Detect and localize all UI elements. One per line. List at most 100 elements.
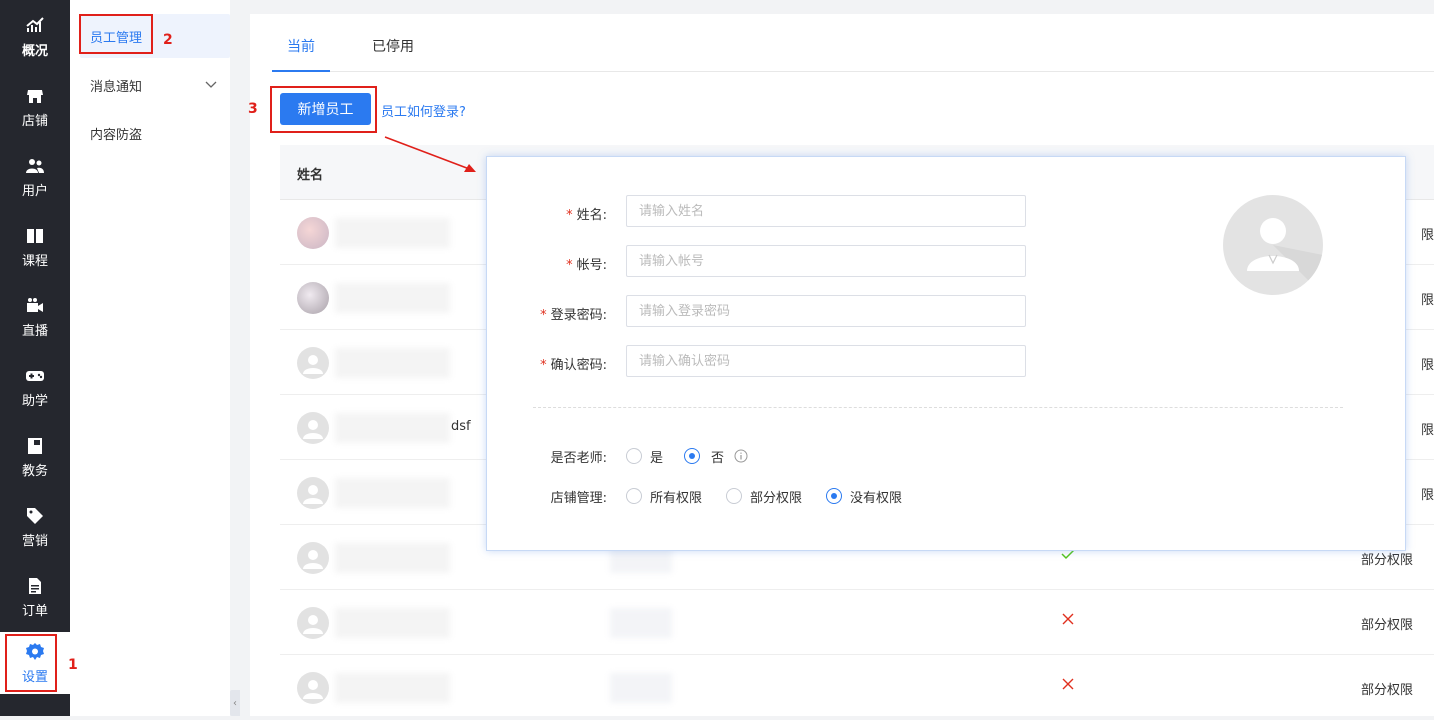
blurred-name xyxy=(335,218,450,248)
annotation-box-staff xyxy=(79,14,153,54)
permission-cell: 限 xyxy=(1420,358,1434,373)
nav-item-academic[interactable]: 教务 xyxy=(0,422,70,492)
subnav-item-content-protect[interactable]: 内容防盗 xyxy=(80,111,230,155)
blurred-name xyxy=(335,608,450,638)
blurred-cell xyxy=(610,608,672,638)
required-asterisk: * xyxy=(540,358,547,373)
default-avatar-icon xyxy=(303,615,323,634)
required-asterisk: * xyxy=(540,308,547,323)
blurred-name xyxy=(335,673,450,703)
account-input[interactable] xyxy=(626,245,1026,277)
tab-underline xyxy=(272,70,330,72)
subnav-label: 内容防盗 xyxy=(90,127,143,143)
tab-disabled[interactable]: 已停用 xyxy=(372,36,414,56)
store-none-radio[interactable] xyxy=(826,488,842,504)
settings-subnav: 员工管理 消息通知 内容防盗 xyxy=(70,0,230,716)
confirm-password-input[interactable] xyxy=(626,345,1026,377)
subnav-label: 消息通知 xyxy=(90,79,143,95)
chevron-left-icon: ‹ xyxy=(233,697,237,709)
name-input[interactable] xyxy=(626,195,1026,227)
required-asterisk: * xyxy=(566,258,573,273)
store-all-label[interactable]: 所有权限 xyxy=(650,487,702,506)
avatar xyxy=(297,542,329,574)
avatar xyxy=(297,607,329,639)
teacher-yes-radio[interactable] xyxy=(626,448,642,464)
tag-icon xyxy=(27,507,43,524)
nav-label: 概况 xyxy=(21,43,48,59)
nav-item-overview[interactable]: 概况 xyxy=(0,2,70,72)
avatar xyxy=(297,477,329,509)
store-none-label[interactable]: 没有权限 xyxy=(850,487,902,506)
nav-item-marketing[interactable]: 营销 xyxy=(0,492,70,562)
store-all-radio[interactable] xyxy=(626,488,642,504)
required-asterisk: * xyxy=(566,208,573,223)
nav-item-live[interactable]: 直播 xyxy=(0,282,70,352)
permission-cell: 部分权限 xyxy=(1360,683,1413,698)
nav-item-assist[interactable]: 助学 xyxy=(0,352,70,422)
nav-item-course[interactable]: 课程 xyxy=(0,212,70,282)
annotation-step-1: 1 xyxy=(68,657,78,673)
blurred-name xyxy=(335,478,450,508)
users-icon xyxy=(26,158,44,173)
store-partial-radio[interactable] xyxy=(726,488,742,504)
blurred-name xyxy=(335,543,450,573)
confirm-password-field-label: * 确认密码: xyxy=(540,358,607,373)
tab-current[interactable]: 当前 xyxy=(287,36,315,56)
blurred-name xyxy=(335,283,450,313)
collapse-sidebar-handle[interactable]: ‹ xyxy=(230,690,240,716)
nav-item-store[interactable]: 店铺 xyxy=(0,72,70,142)
nav-item-orders[interactable]: 订单 xyxy=(0,562,70,632)
default-avatar-icon xyxy=(303,420,323,439)
annotation-box-add-button xyxy=(270,86,377,133)
nav-label: 用户 xyxy=(21,183,48,199)
avatar-upload[interactable] xyxy=(1223,195,1323,295)
main-nav: 概况 店铺 用户 课程 直播 助学 教务 营销 订单 设置 xyxy=(0,0,70,716)
table-row[interactable]: 部分权限 xyxy=(280,590,1434,655)
default-avatar-icon xyxy=(303,680,323,699)
nav-item-users[interactable]: 用户 xyxy=(0,142,70,212)
staff-login-help-link[interactable]: 员工如何登录? xyxy=(381,101,466,120)
video-camera-icon xyxy=(27,297,43,312)
account-field-label: * 帐号: xyxy=(566,258,607,273)
table-row[interactable]: 部分权限 xyxy=(280,655,1434,720)
default-avatar-icon xyxy=(1247,218,1323,295)
gamepad-icon xyxy=(26,370,44,381)
default-avatar-icon xyxy=(303,485,323,504)
avatar xyxy=(297,672,329,704)
nav-label: 订单 xyxy=(21,603,48,619)
store-manage-field-label: 店铺管理: xyxy=(550,491,607,506)
permission-cell: 部分权限 xyxy=(1360,553,1413,568)
cross-icon xyxy=(1062,613,1074,625)
password-input[interactable] xyxy=(626,295,1026,327)
store-partial-label[interactable]: 部分权限 xyxy=(750,487,802,506)
permission-cell: 限 xyxy=(1420,423,1434,438)
password-field-label: * 登录密码: xyxy=(540,308,607,323)
info-icon[interactable] xyxy=(734,449,748,463)
permission-cell: 限 xyxy=(1420,488,1434,503)
add-staff-dialog: *姓名: *帐号: *登录密码: *确认密码: 是否老师: 是 否 店铺管理: … xyxy=(486,156,1406,551)
avatar xyxy=(297,347,329,379)
nav-label: 店铺 xyxy=(21,113,48,129)
chart-trend-icon xyxy=(26,16,44,32)
book-icon xyxy=(27,228,43,243)
notebook-icon xyxy=(28,437,42,454)
teacher-no-label[interactable]: 否 xyxy=(711,447,724,466)
permission-cell: 限 xyxy=(1420,293,1434,308)
avatar xyxy=(297,282,329,314)
teacher-yes-label[interactable]: 是 xyxy=(650,447,663,466)
avatar xyxy=(297,217,329,249)
teacher-no-radio[interactable] xyxy=(684,448,700,464)
teacher-field-label: 是否老师: xyxy=(550,451,607,466)
annotation-step-2: 2 xyxy=(163,32,173,48)
annotation-arrow xyxy=(384,136,476,172)
chevron-down-icon xyxy=(205,81,217,88)
cross-icon xyxy=(1062,678,1074,690)
subnav-item-notifications[interactable]: 消息通知 xyxy=(80,63,230,107)
name-field-label: * 姓名: xyxy=(566,208,607,223)
name-suffix: dsf xyxy=(451,419,471,434)
blurred-name xyxy=(335,348,450,378)
permission-cell: 部分权限 xyxy=(1360,618,1413,633)
avatar xyxy=(297,412,329,444)
blurred-name xyxy=(335,413,450,443)
tab-bar: 当前 已停用 xyxy=(272,14,1434,72)
